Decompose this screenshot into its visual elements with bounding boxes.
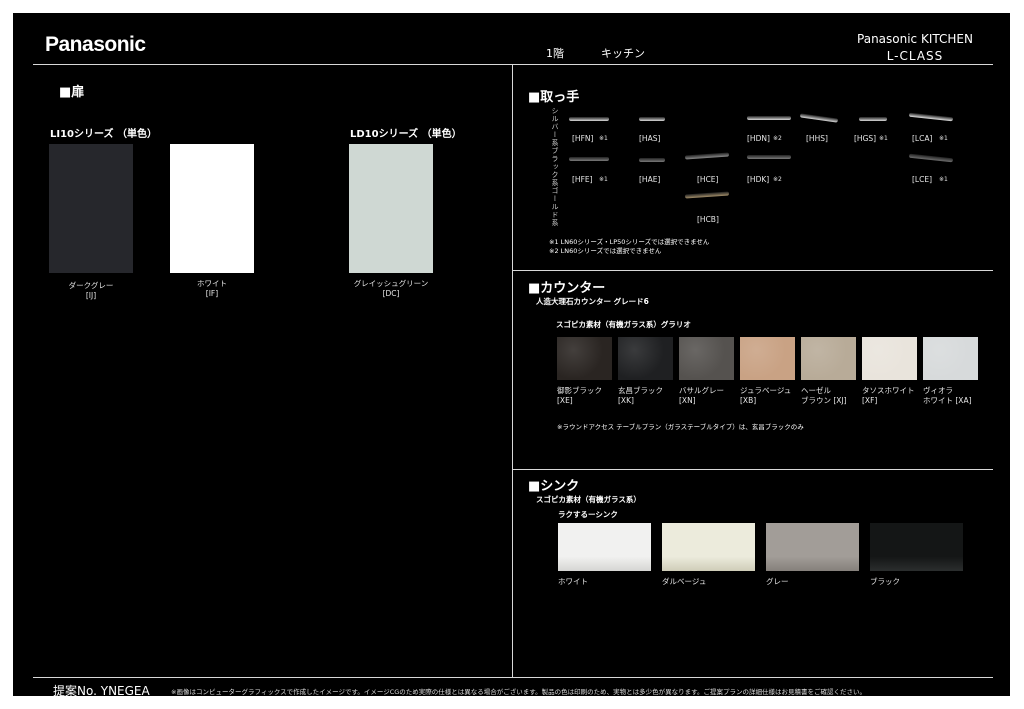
column-divider [512,64,513,677]
door-group-label-ld10: LD10シリーズ （単色） [350,129,462,140]
door-swatch-dark-gray[interactable] [49,144,133,273]
handle-swatch-hcb[interactable] [684,191,730,199]
handle-swatch-hdn[interactable] [747,116,791,120]
counter-swatch-label: タソスホワイト [XF] [862,386,915,405]
handle-swatch-hdk[interactable] [747,155,791,159]
series-subtitle: L-CLASS [886,49,944,63]
counter-swatch-label: 御影ブラック [XE] [557,386,602,405]
handle-code: [HDK] [747,175,770,184]
counter-swatch[interactable] [557,337,612,380]
door-group-label-li10: LI10シリーズ （単色） [50,129,157,140]
handle-note: ※1 [939,176,948,183]
counter-swatch-label: ジュラベージュ [XB] [740,386,792,405]
door-swatch-grayish-green[interactable] [349,144,433,273]
handle-code: [HAS] [639,134,661,143]
header-divider [33,64,993,65]
sink-section-title: ■シンク [528,479,580,494]
handle-swatch-lca[interactable] [908,112,954,122]
counter-note: ※ラウンドアクセス テーブルプラン（ガラステーブルタイプ）は、玄昌ブラックのみ [557,423,804,431]
handle-code: [HDN] [747,134,770,143]
sink-swatch[interactable] [870,523,963,571]
brand-logo: Panasonic [45,33,146,56]
handles-section-title: ■取っ手 [528,90,580,105]
handle-code: [HAE] [639,175,661,184]
door-swatch-code: [IJ] [85,291,97,300]
handle-note: ※1 [879,135,888,142]
counter-swatch[interactable] [801,337,856,380]
footer-divider [33,677,993,678]
counter-swatch-label: バサルグレー [XN] [679,386,724,405]
door-section-title: ■扉 [59,85,85,100]
handle-swatch-hfe[interactable] [569,157,609,161]
counter-swatch[interactable] [923,337,978,380]
handle-code: [HFN] [572,134,594,143]
door-swatch-code: [DC] [382,289,400,298]
handle-swatch-has[interactable] [639,117,665,121]
sink-swatch[interactable] [766,523,859,571]
sink-swatch-label: ホワイト [558,577,588,586]
proposal-number: 提案No. YNEGEA [53,684,150,696]
counter-sink-divider [512,469,993,470]
handle-code: [HCE] [697,175,719,184]
proposal-sheet: Panasonic 1階 キッチン Panasonic KITCHEN L-CL… [13,13,1010,696]
door-swatch-name: ホワイト [197,279,227,288]
handle-note: ※2 [773,135,782,142]
sink-swatch-label: ダルベージュ [662,577,707,586]
handle-swatch-hhs[interactable] [799,113,839,123]
footer-disclaimer: ※画像はコンピューターグラフィックスで作成したイメージです。イメージCGのため実… [171,688,866,696]
sink-material: スゴピカ素材（有機ガラス系） [536,495,641,504]
floor-label: 1階 [546,47,564,60]
handle-row-label-black: ブラック系 [551,147,559,187]
handle-code: [HGS] [854,134,877,143]
handle-row-label-silver: シルバー系 [551,107,559,147]
counter-swatch[interactable] [618,337,673,380]
counter-section-title: ■カウンター [528,281,606,296]
handle-note: ※1 [599,135,608,142]
counter-swatch-label: ヘーゼル ブラウン [XJ] [801,386,847,405]
counter-swatch[interactable] [740,337,795,380]
handle-note-2: ※2 LN60シリーズでは選択できません [549,247,662,255]
handle-note: ※1 [599,176,608,183]
handle-swatch-lce[interactable] [908,153,954,163]
handles-counter-divider [512,270,993,271]
sink-swatch-label: ブラック [870,577,900,586]
handle-code: [LCE] [912,175,933,184]
sink-type: ラクするーシンク [558,510,618,519]
series-name: Panasonic KITCHEN [857,32,973,46]
sink-swatch-label: グレー [766,577,789,586]
handle-code: [HHS] [806,134,828,143]
handle-code: [HFE] [572,175,593,184]
counter-material: スゴピカ素材（有機ガラス系）グラリオ [556,320,691,329]
handle-swatch-hfn[interactable] [569,117,609,121]
counter-swatch[interactable] [679,337,734,380]
door-swatch-name: ダークグレー [68,281,114,290]
counter-swatch[interactable] [862,337,917,380]
counter-subtitle: 人造大理石カウンター グレード6 [536,297,649,306]
handle-code: [HCB] [697,215,719,224]
handle-swatch-hae[interactable] [639,158,665,162]
handle-swatch-hgs[interactable] [859,117,887,121]
door-swatch-white[interactable] [170,144,254,273]
room-label: キッチン [601,47,645,60]
handle-row-label-gold: ゴールド系 [551,187,559,227]
sink-swatch[interactable] [558,523,651,571]
handle-note: ※2 [773,176,782,183]
counter-swatch-label: ヴィオラ ホワイト [XA] [923,386,972,405]
door-swatch-name: グレイッシュグリーン [353,279,429,288]
counter-swatch-label: 玄昌ブラック [XK] [618,386,663,405]
handle-swatch-hce[interactable] [684,152,730,160]
sink-swatch[interactable] [662,523,755,571]
handle-note: ※1 [939,135,948,142]
door-swatch-code: [IF] [205,289,219,298]
handle-code: [LCA] [912,134,933,143]
